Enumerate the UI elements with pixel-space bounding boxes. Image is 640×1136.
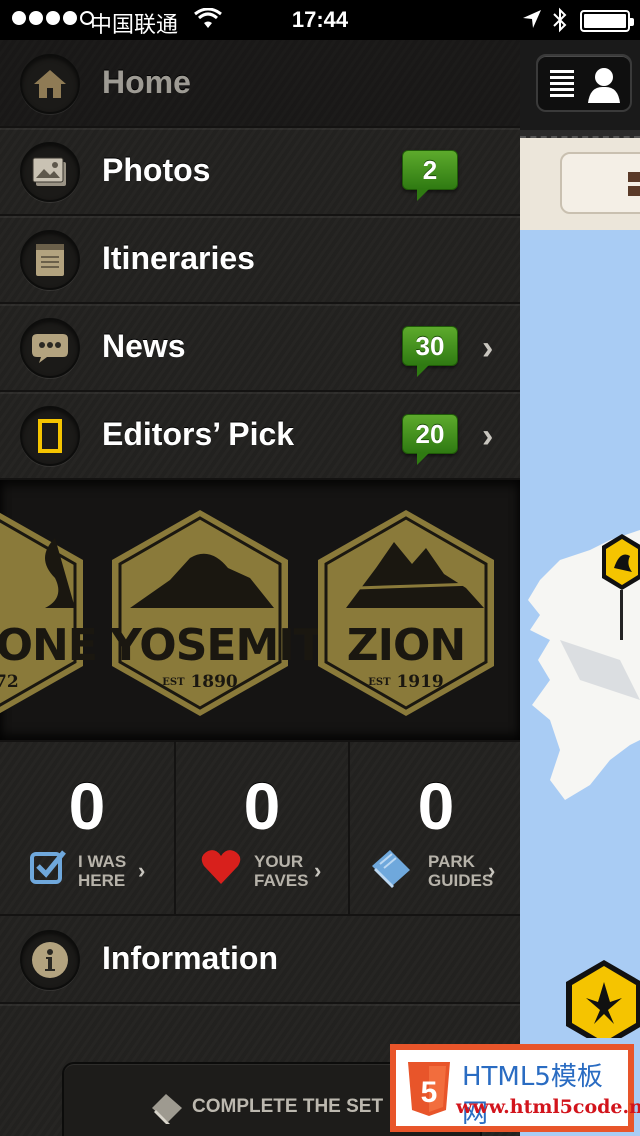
location-arrow-icon	[523, 10, 541, 28]
watermark: 5 HTML5模板网 www.html5code.net	[390, 1044, 640, 1132]
stat-count: 0	[68, 769, 106, 843]
watermark-url: www.html5code.net	[456, 1096, 640, 1118]
notepad-icon	[20, 230, 80, 290]
complete-the-set-label: COMPLETE THE SET	[192, 1096, 384, 1117]
list-profile-toggle-button[interactable]	[536, 54, 632, 112]
park-pin-icon[interactable]	[564, 958, 640, 1038]
menu-item-photos[interactable]: Photos 2	[0, 128, 520, 216]
heart-icon	[201, 850, 241, 884]
user-icon	[588, 68, 620, 103]
photos-icon	[20, 142, 80, 202]
stitch-divider	[520, 130, 640, 138]
park-name: ZION	[346, 620, 467, 671]
editors-pick-count-badge: 20	[402, 414, 458, 465]
park-established-year: EST 1890	[162, 672, 238, 692]
home-icon	[20, 54, 80, 114]
html5-logo-icon: 5	[408, 1062, 450, 1116]
menu-label-information: Information	[102, 940, 278, 976]
battery-icon	[580, 10, 634, 32]
stat-i-was-here[interactable]: 0 I WAS HERE ›	[0, 742, 174, 916]
map-menu-icon	[628, 172, 640, 196]
park-name: YOSEMITE	[110, 620, 353, 671]
info-icon	[20, 930, 80, 990]
chevron-right-icon: ›	[138, 858, 146, 883]
park-pin-icon[interactable]	[602, 532, 640, 642]
stat-label: YOUR FAVES	[254, 852, 309, 890]
map-panel[interactable]	[520, 40, 640, 1136]
news-count-badge: 30	[402, 326, 458, 377]
checkbox-icon	[30, 850, 66, 884]
menu-label-itineraries: Itineraries	[102, 240, 255, 276]
photos-count-badge: 2	[402, 150, 458, 201]
menu-item-home[interactable]: Home	[0, 40, 520, 128]
stat-label: I WAS HERE	[78, 852, 127, 890]
clock: 17:44	[291, 7, 349, 32]
menu-item-itineraries[interactable]: Itineraries	[0, 216, 520, 304]
park-badge-yosemite[interactable]: YOSEMITE EST 1890	[110, 508, 353, 718]
svg-text:5: 5	[421, 1076, 438, 1109]
menu-item-news[interactable]: News 30 ›	[0, 304, 520, 392]
list-icon	[550, 70, 574, 100]
side-drawer: Home Photos 2 Itineraries News 30 › Edit…	[0, 40, 520, 1136]
map-toolbar	[520, 138, 640, 230]
chevron-right-icon: ›	[482, 417, 494, 455]
menu-label-home: Home	[102, 64, 191, 100]
speech-bubble-icon	[20, 318, 80, 378]
stat-label: PARK GUIDES	[428, 852, 494, 890]
chevron-right-icon: ›	[482, 329, 494, 367]
parks-carousel[interactable]: YSTONE 1872 YOSEMITE EST 1890 ZION	[0, 480, 520, 740]
stat-your-faves[interactable]: 0 YOUR FAVES ›	[174, 742, 348, 916]
books-icon	[152, 1094, 182, 1124]
menu-label-editors-pick: Editors’ Pick	[102, 416, 295, 452]
map-toolbar-button[interactable]	[560, 152, 640, 214]
park-established-year: EST 1919	[368, 672, 444, 692]
menu-label-news: News	[102, 328, 186, 364]
stat-count: 0	[417, 769, 455, 843]
yellow-frame-icon	[20, 406, 80, 466]
park-established-year: 1872	[0, 672, 19, 692]
park-name: YSTONE	[0, 620, 98, 671]
watermark-title: HTML5模板网	[462, 1062, 603, 1129]
stat-count: 0	[243, 769, 281, 843]
stats-row: 0 I WAS HERE › 0 YOUR FAVES › 0 PARK GUI…	[0, 740, 520, 916]
chevron-right-icon: ›	[314, 858, 322, 883]
park-badge-zion[interactable]: ZION EST 1919	[316, 508, 496, 718]
park-badge-yellowstone[interactable]: YSTONE 1872	[0, 508, 98, 718]
menu-label-photos: Photos	[102, 152, 211, 188]
chevron-right-icon: ›	[488, 858, 496, 883]
menu-item-information[interactable]: Information	[0, 916, 520, 1004]
book-icon	[372, 850, 410, 888]
bluetooth-icon	[553, 7, 567, 33]
menu-item-editors-pick[interactable]: Editors’ Pick 20 ›	[0, 392, 520, 480]
map-header	[520, 40, 640, 132]
status-bar: 中国联通 17:44	[0, 0, 640, 40]
stat-park-guides[interactable]: 0 PARK GUIDES ›	[348, 742, 522, 916]
